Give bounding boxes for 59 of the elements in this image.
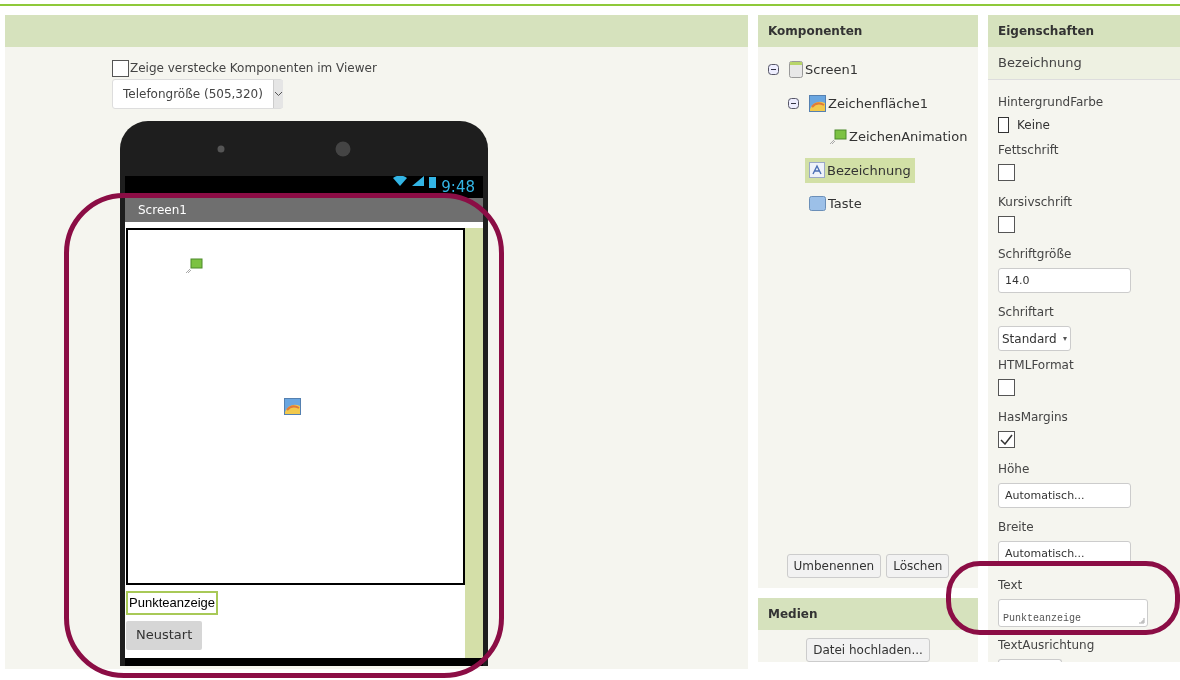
canvas-icon xyxy=(284,398,301,415)
label-text[interactable]: Punkteanzeige xyxy=(126,591,218,615)
caret-icon xyxy=(1062,336,1067,341)
canvas-area[interactable] xyxy=(126,228,465,585)
property-label: Höhe xyxy=(998,461,1031,478)
tree-item[interactable]: Taste xyxy=(805,191,866,217)
phone-camera-icon xyxy=(335,140,351,157)
panel-button[interactable]: Umbenennen xyxy=(786,554,882,578)
property-label: Schriftart xyxy=(998,304,1055,321)
phone-sensor-icon xyxy=(217,144,225,153)
label-icon xyxy=(809,162,825,179)
input-field[interactable]: Automatisch... xyxy=(998,483,1131,508)
collapse-icon[interactable] xyxy=(768,64,779,76)
input-field[interactable]: 14.0 xyxy=(998,268,1131,293)
property-label: HTMLFormat xyxy=(998,357,1075,374)
signal-icon xyxy=(412,176,425,186)
property-label: Fettschrift xyxy=(998,142,1060,159)
property-label: Schriftgröße xyxy=(998,246,1073,263)
color-value: Keine xyxy=(1017,117,1050,134)
checkbox[interactable] xyxy=(998,216,1015,233)
text-area[interactable]: Punkteanzeige xyxy=(998,599,1148,627)
battery-icon xyxy=(429,176,437,188)
screen-title-bar: Screen1 xyxy=(125,198,483,222)
checkbox[interactable] xyxy=(998,431,1015,448)
checkbox[interactable] xyxy=(998,164,1015,181)
wifi-icon xyxy=(393,176,408,186)
restart-button[interactable]: Neustart xyxy=(126,620,203,650)
screen-icon xyxy=(789,61,803,79)
property-label: HintergrundFarbe xyxy=(998,94,1105,111)
panel-title: Medien xyxy=(768,606,818,623)
resize-grip-icon xyxy=(1138,617,1145,624)
tree-item[interactable]: Screen1 xyxy=(785,57,862,83)
size-dropdown[interactable]: Telefongröße (505,320) xyxy=(112,79,283,109)
button-icon xyxy=(809,196,826,212)
font-dropdown[interactable]: Standard xyxy=(998,326,1071,351)
sprite-icon xyxy=(829,128,847,145)
checkbox[interactable] xyxy=(112,60,129,77)
property-label: Kursivschrift xyxy=(998,194,1073,211)
color-swatch[interactable] xyxy=(998,117,1009,133)
checkbox-label: Zeige verstecke Komponenten im Viewer xyxy=(130,60,377,77)
status-time: 9:48 xyxy=(441,177,475,198)
panel-title: Komponenten xyxy=(768,23,863,40)
upload-button[interactable]: Datei hochladen... xyxy=(806,638,930,662)
tree-item[interactable]: ZeichenAnimation xyxy=(825,124,972,150)
tree-item[interactable]: Bezeichnung xyxy=(805,157,915,183)
sprite-icon[interactable] xyxy=(185,258,203,274)
checkbox[interactable] xyxy=(998,379,1015,396)
selected-component-name: Bezeichnung xyxy=(998,54,1082,73)
collapse-icon[interactable] xyxy=(788,97,799,109)
chevron-down-icon xyxy=(273,91,283,97)
checkmark-icon xyxy=(1000,434,1013,445)
panel-title: Eigenschaften xyxy=(998,23,1095,40)
canvas-icon xyxy=(809,94,826,112)
property-label: HasMargins xyxy=(998,409,1069,426)
property-label: Text xyxy=(998,577,1024,594)
property-label: Breite xyxy=(998,519,1035,536)
tree-item[interactable]: Zeichenfläche1 xyxy=(805,90,932,116)
panel-button[interactable]: Löschen xyxy=(886,554,950,578)
property-label: TextAusrichtung xyxy=(998,637,1096,654)
